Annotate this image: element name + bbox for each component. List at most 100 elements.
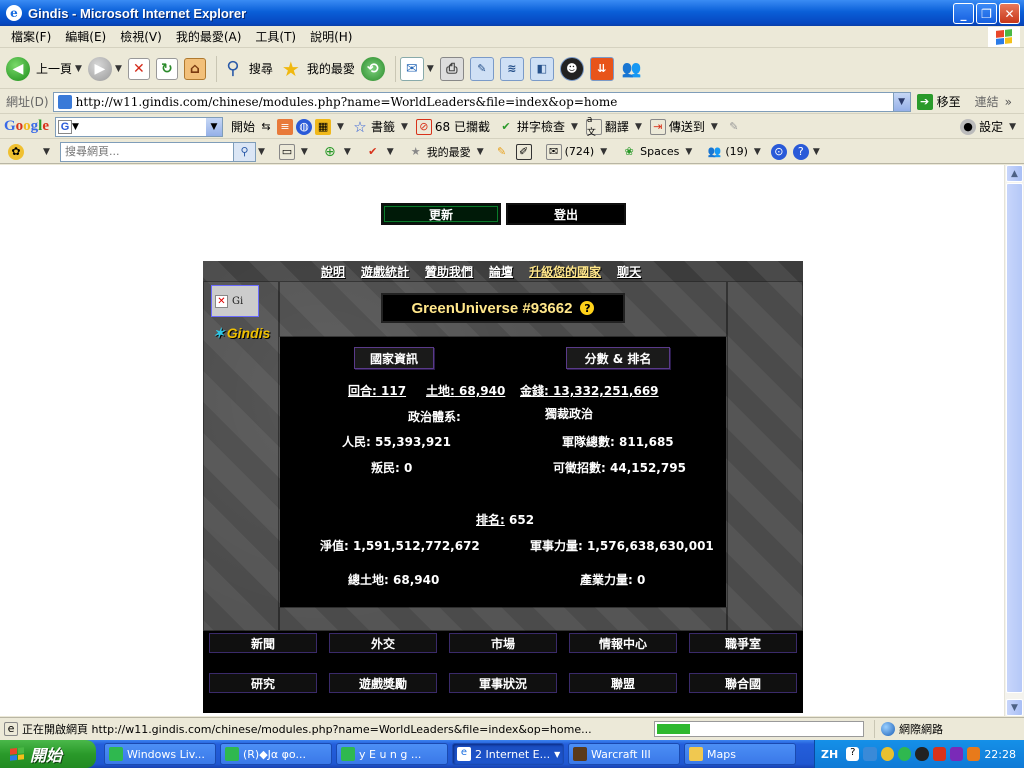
google-dropdown-icon[interactable]: ▼ bbox=[72, 122, 79, 132]
live-search-input[interactable] bbox=[65, 145, 235, 158]
mail-button[interactable]: ✉ ▼ bbox=[399, 53, 434, 85]
print-button[interactable]: ⎙ bbox=[439, 53, 464, 85]
menu-intel[interactable]: 情報中心 bbox=[569, 633, 677, 653]
menu-market[interactable]: 市場 bbox=[449, 633, 557, 653]
task-windows-live[interactable]: Windows Liv... bbox=[104, 743, 216, 765]
apps-dropdown-icon[interactable]: ▼ bbox=[337, 122, 344, 132]
qq-button[interactable]: ☻ bbox=[559, 53, 584, 85]
menu-diplomacy[interactable]: 外交 bbox=[329, 633, 437, 653]
back-button[interactable]: ◀ 上一頁 ▼ bbox=[6, 53, 82, 85]
volume-tray-icon[interactable] bbox=[967, 747, 981, 761]
translate-button[interactable]: a文 翻譯 ▼ bbox=[585, 115, 642, 138]
logout-button[interactable]: 登出 bbox=[506, 203, 626, 225]
live-layout-button[interactable]: ▭ ▼ bbox=[278, 143, 308, 160]
nav-upgrade[interactable]: 升級您的國家 bbox=[529, 263, 601, 280]
help-icon[interactable]: ? bbox=[580, 301, 595, 315]
menu-news[interactable]: 新聞 bbox=[209, 633, 317, 653]
live-add-button[interactable]: ⊕ ▼ bbox=[322, 144, 351, 160]
google-search-input[interactable]: G ▼ ▼ bbox=[55, 116, 224, 137]
app-tray-icon[interactable] bbox=[949, 747, 964, 761]
restore-button[interactable]: ❐ bbox=[976, 3, 997, 24]
task-chat-1[interactable]: (R)◆Jα φo... bbox=[220, 743, 332, 765]
vertical-scrollbar[interactable]: ▲ ▼ bbox=[1004, 165, 1024, 716]
network-tray-icon[interactable] bbox=[863, 747, 877, 761]
google-logo[interactable]: Google bbox=[4, 118, 49, 135]
refresh-button[interactable]: ↻ bbox=[155, 53, 178, 85]
nav-sponsor[interactable]: 贊助我們 bbox=[425, 263, 473, 280]
messenger-tray-icon[interactable] bbox=[897, 747, 912, 761]
stat-land[interactable]: 土地: 68,940 bbox=[426, 382, 505, 399]
live-search-box[interactable]: ⚲ bbox=[60, 141, 256, 162]
scroll-up-icon[interactable]: ▲ bbox=[1006, 165, 1023, 182]
task-maps[interactable]: Maps bbox=[684, 743, 796, 765]
stat-turns[interactable]: 回合: 117 bbox=[348, 382, 406, 399]
menu-rewards[interactable]: 遊戲獎勵 bbox=[329, 673, 437, 693]
task-chat-2[interactable]: y E u n g ... bbox=[336, 743, 448, 765]
tab-country-info[interactable]: 國家資訊 bbox=[354, 347, 434, 369]
live-help-dropdown-icon[interactable]: ▼ bbox=[813, 147, 820, 157]
clock[interactable]: 22:28 bbox=[984, 748, 1016, 761]
update-button[interactable]: 更新 bbox=[381, 203, 501, 225]
back-dropdown-icon[interactable]: ▼ bbox=[75, 64, 82, 74]
news-icon[interactable]: ≡ bbox=[277, 118, 294, 135]
nav-forum[interactable]: 論壇 bbox=[489, 263, 513, 280]
live-mail-button[interactable]: ✉ (724) ▼ bbox=[545, 143, 607, 160]
download-button[interactable]: ⇊ bbox=[589, 53, 614, 85]
live-options-icon[interactable]: ⊙ bbox=[770, 143, 787, 160]
edit-button[interactable]: ✎ bbox=[469, 53, 494, 85]
live-search-icon[interactable]: ⚲ bbox=[233, 142, 255, 161]
minimize-button[interactable]: _ bbox=[953, 3, 974, 24]
mail-dropdown-icon[interactable]: ▼ bbox=[427, 64, 434, 74]
research-button[interactable]: ◧ bbox=[529, 53, 554, 85]
history-button[interactable]: ⟲ bbox=[360, 53, 385, 85]
stat-money[interactable]: 金錢: 13,332,251,669 bbox=[520, 382, 659, 399]
note-icon[interactable]: ✐ bbox=[515, 143, 532, 160]
start-button[interactable]: 開始 bbox=[0, 740, 96, 768]
menu-view[interactable]: 檢視(V) bbox=[113, 28, 169, 45]
stat-rank[interactable]: 排名: 652 bbox=[476, 511, 534, 528]
bookmarks-button[interactable]: ☆ 書籤 ▼ bbox=[352, 118, 408, 136]
forward-dropdown-icon[interactable]: ▼ bbox=[115, 64, 122, 74]
menu-war-room[interactable]: 職爭室 bbox=[689, 633, 797, 653]
links-button[interactable]: 連結 bbox=[975, 93, 999, 110]
live-menu-dropdown-icon[interactable]: ▼ bbox=[43, 147, 50, 157]
sendto-button[interactable]: ⇥ 傳送到 ▼ bbox=[649, 118, 718, 135]
nav-help[interactable]: 說明 bbox=[321, 263, 345, 280]
forward-button[interactable]: ▶ ▼ bbox=[87, 53, 122, 85]
address-input[interactable]: http://w11.gindis.com/chinese/modules.ph… bbox=[52, 91, 911, 112]
spellcheck-button[interactable]: ✔ 拼字檢查 ▼ bbox=[498, 118, 578, 135]
menu-military-status[interactable]: 軍事狀況 bbox=[449, 673, 557, 693]
live-search-dropdown-icon[interactable]: ▼ bbox=[258, 147, 265, 157]
stop-button[interactable]: ✕ bbox=[127, 53, 150, 85]
favorites-button[interactable]: ★ 我的最愛 bbox=[279, 53, 355, 85]
menu-favorites[interactable]: 我的最愛(A) bbox=[169, 28, 249, 45]
scroll-down-icon[interactable]: ▼ bbox=[1006, 699, 1023, 716]
messenger-button[interactable]: 👥 bbox=[620, 53, 644, 85]
live-highlight-button[interactable]: ✔ ▼ bbox=[365, 144, 394, 160]
menu-file[interactable]: 檔案(F) bbox=[4, 28, 58, 45]
google-settings-button[interactable]: ● 設定 ▼ bbox=[960, 118, 1016, 135]
close-button[interactable]: ✕ bbox=[999, 3, 1020, 24]
menu-edit[interactable]: 編輯(E) bbox=[58, 28, 113, 45]
help-tray-icon[interactable]: ? bbox=[846, 747, 860, 761]
google-start-button[interactable]: 開始 ⇆ ≡ ◍ ▦ ▼ bbox=[231, 118, 344, 135]
live-logo-icon[interactable]: ✿ bbox=[8, 143, 24, 160]
chevron-right-icon[interactable]: » bbox=[1005, 95, 1012, 109]
home-button[interactable]: ⌂ bbox=[183, 53, 206, 85]
pen-icon[interactable]: ✎ bbox=[494, 144, 510, 160]
nav-stats[interactable]: 遊戲統計 bbox=[361, 263, 409, 280]
go-button[interactable]: ➔ 移至 bbox=[916, 93, 961, 110]
nav-chat[interactable]: 聊天 bbox=[617, 263, 641, 280]
highlighter-icon[interactable]: ✎ bbox=[726, 119, 742, 135]
globe-icon[interactable]: ◍ bbox=[296, 118, 313, 135]
live-help-icon[interactable]: ? bbox=[792, 143, 809, 160]
language-indicator[interactable]: ZH bbox=[821, 748, 838, 761]
apps-icon[interactable]: ▦ bbox=[315, 118, 332, 135]
discuss-button[interactable]: ≋ bbox=[499, 53, 524, 85]
google-history-dropdown-icon[interactable]: ▼ bbox=[206, 117, 223, 136]
live-favorites-button[interactable]: ★ 我的最愛 ▼ bbox=[408, 144, 484, 160]
live-contacts-button[interactable]: 👥 (19) ▼ bbox=[706, 144, 760, 160]
task-internet-explorer[interactable]: e 2 Internet E... ▼ bbox=[452, 743, 564, 765]
scroll-thumb[interactable] bbox=[1006, 183, 1023, 693]
antivirus-tray-icon[interactable] bbox=[932, 747, 946, 761]
